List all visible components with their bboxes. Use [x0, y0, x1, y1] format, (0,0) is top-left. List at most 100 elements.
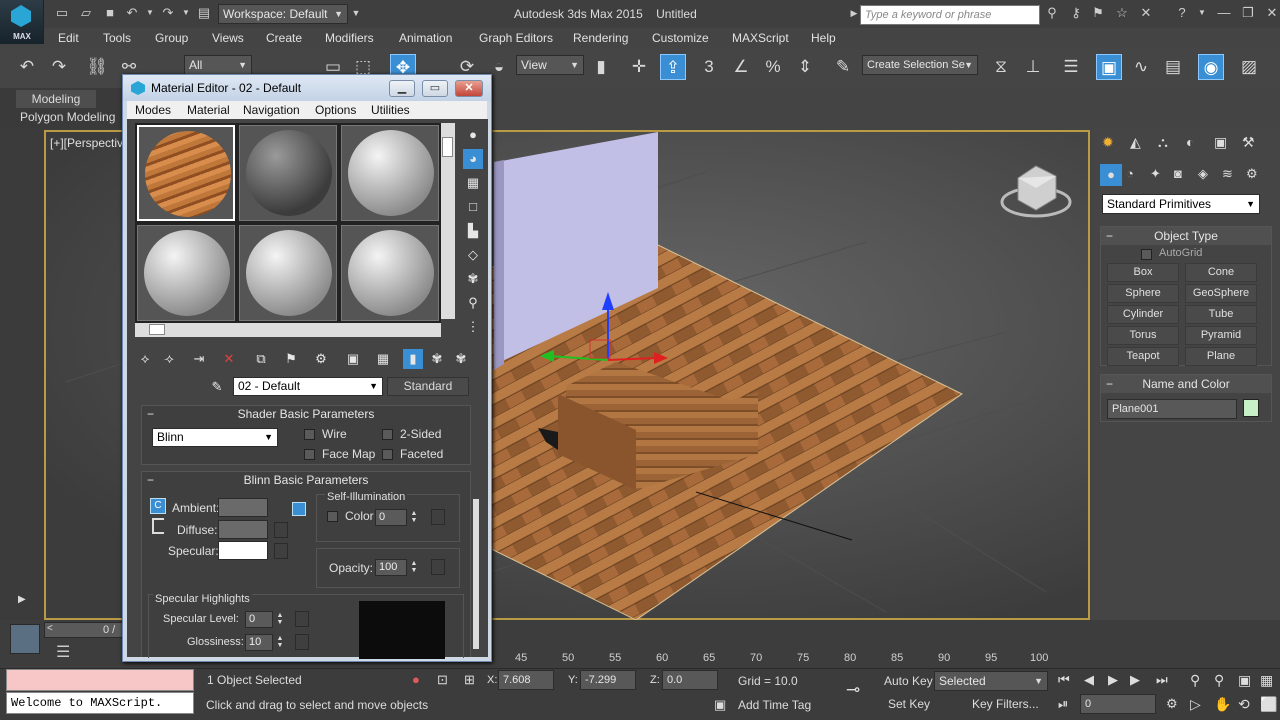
z-coordinate-field[interactable]: 0.0: [662, 670, 718, 690]
sample-slot[interactable]: [137, 125, 235, 221]
material-editor-close-button[interactable]: ✕: [455, 80, 483, 97]
cylinder-button[interactable]: Cylinder: [1107, 305, 1179, 324]
put-to-library-icon[interactable]: ⚑: [281, 349, 301, 369]
box-button[interactable]: Box: [1107, 263, 1179, 282]
edit-named-selection-icon[interactable]: ✎: [830, 54, 856, 80]
me-menu-utilities[interactable]: Utilities: [371, 103, 410, 117]
x-coordinate-field[interactable]: 7.608: [498, 670, 554, 690]
menu-animation[interactable]: Animation: [399, 31, 452, 45]
diffuse-map-button[interactable]: [274, 522, 288, 538]
auto-key-button[interactable]: Auto Key: [884, 674, 933, 688]
lock-ambient-diffuse-button[interactable]: C: [150, 498, 166, 514]
slots-vertical-scrollbar[interactable]: [441, 123, 455, 319]
display-tab-icon[interactable]: ▣: [1214, 134, 1227, 151]
selection-lock-icon[interactable]: ⊡: [437, 672, 448, 688]
viewcube[interactable]: [1000, 165, 1072, 218]
sample-type-icon[interactable]: ●: [463, 125, 483, 145]
project-folder-icon[interactable]: ▤: [196, 6, 212, 20]
go-to-end-icon[interactable]: ⏭: [1156, 672, 1168, 688]
material-editor-minimize-button[interactable]: ▁: [389, 80, 415, 97]
material-type-button[interactable]: Standard: [387, 377, 469, 396]
pan-view-icon[interactable]: ✋: [1214, 696, 1231, 713]
maxscript-listener-input[interactable]: [6, 669, 194, 691]
keyboard-shortcut-override-icon[interactable]: ⇪: [660, 54, 686, 80]
sample-uv-tiling-icon[interactable]: □: [463, 197, 483, 217]
snaps-toggle-icon[interactable]: 3: [696, 54, 722, 80]
plane-button[interactable]: Plane: [1185, 347, 1257, 366]
wire-checkbox[interactable]: [304, 429, 315, 440]
zoom-icon[interactable]: ⚲: [1190, 672, 1200, 689]
undo-toolbar-icon[interactable]: ↶: [14, 54, 40, 80]
ribbon-toggle-icon[interactable]: ▣: [1096, 54, 1122, 80]
redo-toolbar-icon[interactable]: ↷: [46, 54, 72, 80]
geometry-icon[interactable]: ●: [1100, 164, 1122, 186]
opacity-spinner[interactable]: 100 ▲ ▼: [375, 559, 417, 576]
specular-color-swatch[interactable]: [218, 541, 268, 560]
manipulate-icon[interactable]: ✛: [626, 54, 652, 80]
material-name-field[interactable]: 02 - Default ▼: [233, 377, 383, 396]
favorites-star-icon[interactable]: ☆: [1114, 6, 1130, 20]
selection-filter-dropdown[interactable]: All ▼: [184, 55, 252, 75]
rollout-scrollbar[interactable]: [473, 499, 479, 649]
help-dropdown-icon[interactable]: ▼: [1194, 6, 1210, 20]
undo-icon[interactable]: ↶: [124, 6, 140, 20]
put-to-scene-icon[interactable]: ⟢: [159, 349, 179, 369]
menu-modifiers[interactable]: Modifiers: [325, 31, 374, 45]
lock-diffuse-map-icon[interactable]: [292, 502, 306, 516]
create-tab-icon[interactable]: ✹: [1102, 134, 1114, 151]
make-preview-icon[interactable]: ◇: [463, 245, 483, 265]
schematic-view-icon[interactable]: ▤: [1160, 54, 1186, 80]
current-frame-field[interactable]: 0: [1080, 694, 1156, 714]
binoculars-icon[interactable]: ⚲: [1044, 6, 1060, 20]
zoom-all-icon[interactable]: ⚲: [1214, 672, 1224, 689]
sample-slot[interactable]: [239, 225, 337, 321]
redo-icon[interactable]: ↷: [160, 6, 176, 20]
reset-map-icon[interactable]: ✕: [219, 349, 239, 369]
app-menu-button[interactable]: MAX: [0, 0, 44, 44]
cameras-icon[interactable]: ◙: [1174, 166, 1182, 181]
menu-views[interactable]: Views: [212, 31, 244, 45]
expand-viewport-icon[interactable]: ▶: [18, 594, 26, 605]
undo-dropdown-icon[interactable]: ▼: [142, 6, 158, 20]
curve-editor-icon[interactable]: ∿: [1128, 54, 1154, 80]
go-to-start-icon[interactable]: ⏮: [1058, 672, 1070, 688]
field-of-view-icon[interactable]: ▷: [1190, 696, 1201, 713]
specular-level-spinner[interactable]: 0 ▲ ▼: [245, 611, 283, 628]
open-mini-curve-editor-icon[interactable]: ☰: [56, 642, 70, 662]
show-end-result-icon[interactable]: ▦: [373, 349, 393, 369]
primitive-category-dropdown[interactable]: Standard Primitives ▼: [1102, 194, 1260, 214]
percent-snap-icon[interactable]: %: [760, 54, 786, 80]
ambient-color-swatch[interactable]: [218, 498, 268, 517]
sample-slot[interactable]: [137, 225, 235, 321]
pick-material-from-object-icon[interactable]: ✎: [207, 377, 227, 397]
isolate-selection-icon[interactable]: ●: [412, 672, 420, 687]
go-to-parent-icon[interactable]: ▮: [403, 349, 423, 369]
material-editor-titlebar[interactable]: Material Editor - 02 - Default ▁ ▭ ✕: [123, 75, 491, 101]
workspace-dropdown[interactable]: Workspace: Default ▼: [218, 4, 348, 24]
assign-to-selection-icon[interactable]: ⇥: [189, 349, 209, 369]
shader-type-dropdown[interactable]: Blinn ▼: [152, 428, 278, 447]
exchange-icon[interactable]: ✕: [1138, 6, 1154, 20]
systems-icon[interactable]: ⚙: [1246, 166, 1258, 182]
tube-button[interactable]: Tube: [1185, 305, 1257, 324]
motion-tab-icon[interactable]: ◐: [1186, 134, 1194, 150]
specular-map-button[interactable]: [274, 543, 288, 559]
hierarchy-tab-icon[interactable]: ⛬: [1158, 134, 1168, 151]
material-editor-maximize-button[interactable]: ▭: [422, 80, 448, 97]
key-icon[interactable]: ⚷: [1068, 6, 1084, 20]
object-name-field[interactable]: Plane001: [1107, 399, 1237, 419]
redo-dropdown-icon[interactable]: ▼: [178, 6, 194, 20]
close-window-icon[interactable]: ✕: [1264, 6, 1280, 20]
ribbon-tab-modeling[interactable]: Modeling: [16, 90, 96, 108]
glossiness-spinner[interactable]: 10 ▲ ▼: [245, 634, 283, 651]
open-file-icon[interactable]: ▱: [78, 6, 94, 20]
angle-snap-icon[interactable]: ∠: [728, 54, 754, 80]
shapes-icon[interactable]: ◔: [1126, 166, 1134, 181]
options-icon[interactable]: ✾: [463, 269, 483, 289]
help-icon[interactable]: ?: [1174, 6, 1190, 20]
self-illum-spinner[interactable]: 0 ▲ ▼: [375, 509, 417, 526]
opacity-map-button[interactable]: [431, 559, 445, 575]
menu-rendering[interactable]: Rendering: [573, 31, 628, 45]
select-by-material-icon[interactable]: ⚲: [463, 293, 483, 313]
ribbon-sub-polygon-modeling[interactable]: Polygon Modeling: [14, 108, 121, 126]
